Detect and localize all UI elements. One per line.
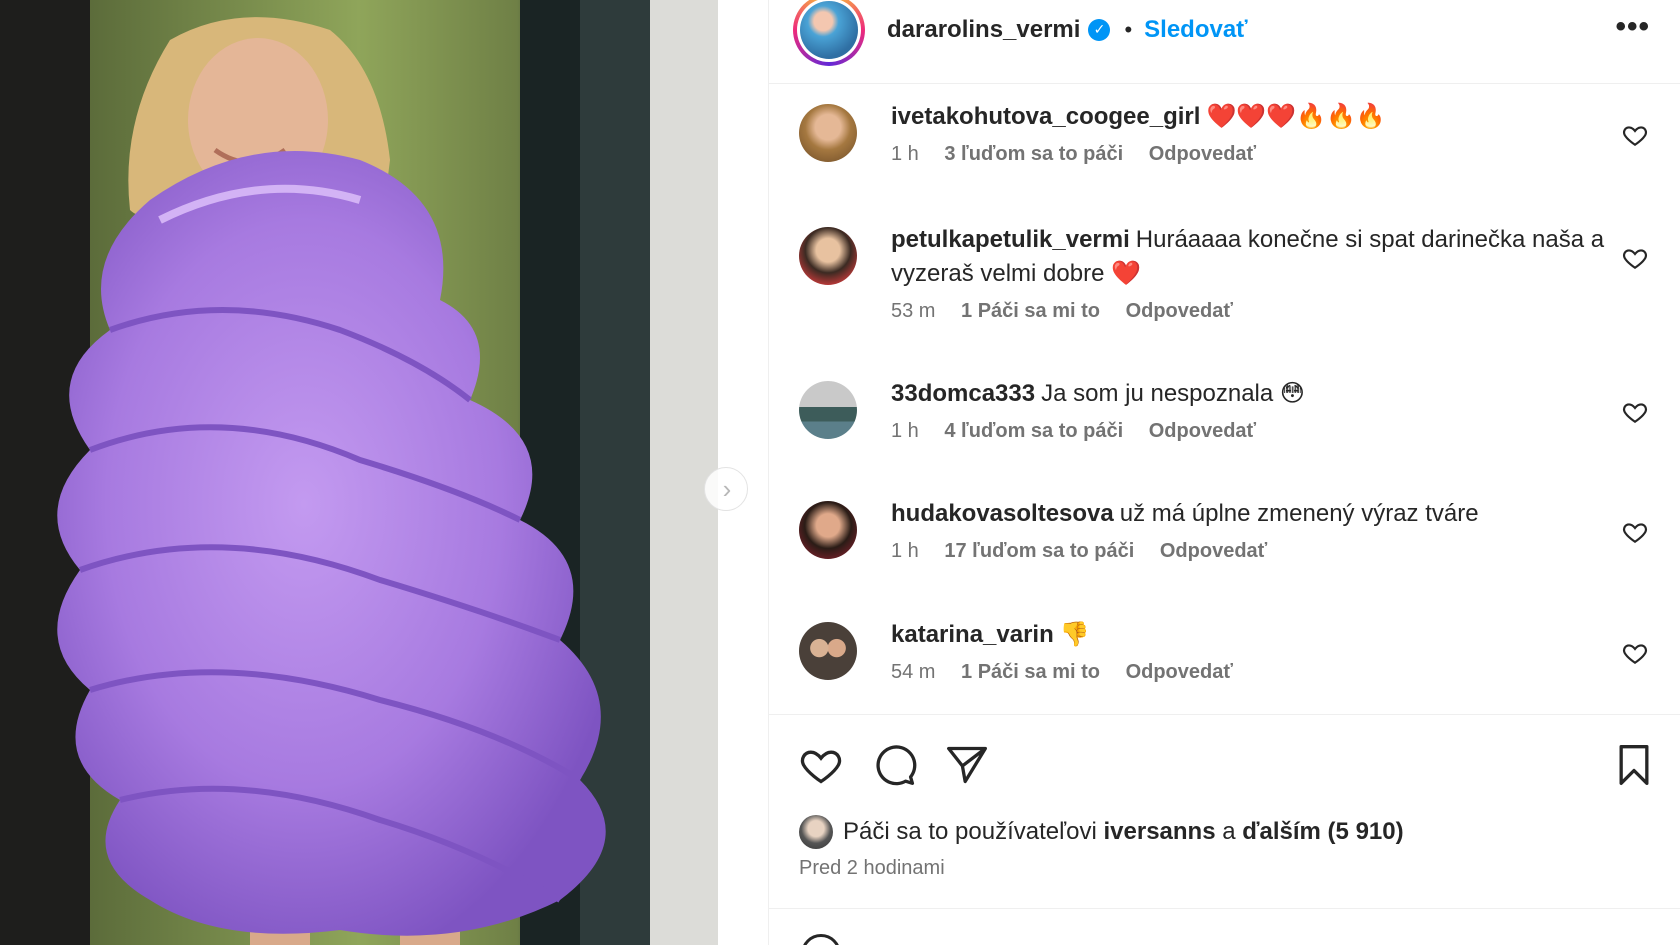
likes-user[interactable]: iversanns — [1103, 818, 1215, 846]
divider — [769, 908, 1680, 909]
heart-icon[interactable] — [1622, 519, 1648, 545]
author-username[interactable]: dararolins_vermi — [887, 16, 1080, 44]
post-actions-bar: Páči sa to používateľovi iversanns a ďal… — [769, 714, 1680, 879]
comment-text: petulkapetulik_vermi Huráaaaa konečne si … — [891, 223, 1620, 291]
comment-item: hudakovasoltesova už má úplne zmenený výr… — [769, 497, 1680, 618]
comment-message: ❤️❤️❤️🔥🔥🔥 — [1206, 103, 1386, 130]
post-panel: dararolins_vermi ✓ • Sledovať ••• ivetak… — [768, 0, 1680, 945]
follow-button[interactable]: Sledovať — [1144, 16, 1248, 44]
comment-likes[interactable]: 4 ľuďom sa to páči — [944, 420, 1123, 442]
instagram-post-view: › dararolins_vermi ✓ • Sledovať ••• ivet… — [0, 0, 1680, 945]
reply-button[interactable]: Odpovedať — [1126, 661, 1233, 683]
reply-button[interactable]: Odpovedať — [1149, 143, 1256, 165]
reply-button[interactable]: Odpovedať — [1126, 300, 1233, 322]
share-send-icon[interactable] — [945, 743, 989, 787]
comment-meta: 1 h 17 ľuďom sa to páči Odpovedať — [891, 540, 1479, 563]
reply-button[interactable]: Odpovedať — [1149, 420, 1256, 442]
comment-text: hudakovasoltesova už má úplne zmenený výr… — [891, 497, 1479, 531]
photo-illustration — [0, 0, 718, 945]
comment-username[interactable]: 33domca333 — [891, 380, 1035, 407]
comment-username[interactable]: petulkapetulik_vermi — [891, 226, 1130, 253]
comment-likes[interactable]: 1 Páči sa mi to — [961, 300, 1100, 322]
comment-avatar[interactable] — [799, 622, 857, 680]
comment-message: už má úplne zmenený výraz tváre — [1119, 500, 1479, 527]
comment-avatar[interactable] — [799, 381, 857, 439]
like-heart-icon[interactable] — [799, 743, 843, 787]
emoji-picker-icon[interactable] — [801, 934, 841, 945]
comment-likes[interactable]: 1 Páči sa mi to — [961, 661, 1100, 683]
heart-icon[interactable] — [1622, 399, 1648, 425]
next-photo-button[interactable]: › — [704, 467, 748, 511]
comment-avatar[interactable] — [799, 227, 857, 285]
more-options-icon[interactable]: ••• — [1615, 10, 1650, 44]
comment-text: ivetakohutova_coogee_girl ❤️❤️❤️🔥🔥🔥 — [891, 100, 1386, 134]
comment-body: hudakovasoltesova už má úplne zmenený výr… — [891, 497, 1479, 618]
comment-body: petulkapetulik_vermi Huráaaaa konečne si … — [891, 223, 1620, 377]
author-avatar[interactable] — [793, 0, 865, 66]
likes-summary: Páči sa to používateľovi iversanns a ďal… — [799, 815, 1404, 849]
comment-body: katarina_varin 👎 54 m 1 Páči sa mi to Odp… — [891, 618, 1253, 718]
likes-and: a — [1222, 818, 1236, 845]
comment-meta: 54 m 1 Páči sa mi to Odpovedať — [891, 661, 1253, 684]
comment-username[interactable]: ivetakohutova_coogee_girl — [891, 103, 1200, 130]
comment-likes[interactable]: 17 ľuďom sa to páči — [944, 540, 1134, 562]
post-time: Pred 2 hodinami — [799, 857, 945, 879]
comment-meta: 1 h 3 ľuďom sa to páči Odpovedať — [891, 143, 1386, 166]
likes-prefix: Páči sa to používateľovi — [843, 818, 1097, 845]
comment-username[interactable]: hudakovasoltesova — [891, 500, 1114, 527]
comment-text: katarina_varin 👎 — [891, 618, 1253, 652]
heart-icon[interactable] — [1622, 122, 1648, 148]
header-separator: • — [1124, 16, 1133, 42]
comment-time: 1 h — [891, 540, 919, 562]
comment-body: ivetakohutova_coogee_girl ❤️❤️❤️🔥🔥🔥 1 h 3… — [891, 100, 1386, 223]
comment-item: katarina_varin 👎 54 m 1 Páči sa mi to Odp… — [769, 618, 1680, 718]
comment-text: 33domca333 Ja som ju nespoznala 😳 — [891, 377, 1305, 411]
comment-message: 👎 — [1059, 621, 1090, 648]
post-photo — [0, 0, 718, 945]
verified-badge-icon: ✓ — [1088, 18, 1111, 41]
comment-bubble-icon[interactable] — [873, 743, 917, 787]
bookmark-icon[interactable] — [1612, 743, 1656, 787]
comment-item: petulkapetulik_vermi Huráaaaa konečne si … — [769, 223, 1680, 377]
avatar-image — [800, 0, 858, 59]
comment-message: Ja som ju nespoznala 😳 — [1041, 380, 1305, 407]
comment-time: 1 h — [891, 420, 919, 442]
heart-icon[interactable] — [1622, 245, 1648, 271]
likes-others[interactable]: ďalším (5 910) — [1242, 818, 1403, 846]
comment-time: 53 m — [891, 300, 936, 322]
post-header: dararolins_vermi ✓ • Sledovať ••• — [769, 0, 1680, 84]
comment-likes[interactable]: 3 ľuďom sa to páči — [944, 143, 1123, 165]
comments-list: ivetakohutova_coogee_girl ❤️❤️❤️🔥🔥🔥 1 h 3… — [769, 84, 1680, 718]
avatar-ring-inner — [797, 0, 861, 62]
comment-time: 1 h — [891, 143, 919, 165]
comment-time: 54 m — [891, 661, 936, 683]
comment-body: 33domca333 Ja som ju nespoznala 😳 1 h 4 ľ… — [891, 377, 1305, 497]
liker-avatar[interactable] — [799, 815, 833, 849]
comment-item: 33domca333 Ja som ju nespoznala 😳 1 h 4 ľ… — [769, 377, 1680, 497]
comment-avatar[interactable] — [799, 104, 857, 162]
comment-avatar[interactable] — [799, 501, 857, 559]
comment-meta: 53 m 1 Páči sa mi to Odpovedať — [891, 300, 1620, 323]
chevron-right-icon: › — [722, 474, 732, 504]
comment-item: ivetakohutova_coogee_girl ❤️❤️❤️🔥🔥🔥 1 h 3… — [769, 100, 1680, 223]
heart-icon[interactable] — [1622, 640, 1648, 666]
reply-button[interactable]: Odpovedať — [1160, 540, 1267, 562]
comment-meta: 1 h 4 ľuďom sa to páči Odpovedať — [891, 420, 1305, 443]
comment-username[interactable]: katarina_varin — [891, 621, 1054, 648]
